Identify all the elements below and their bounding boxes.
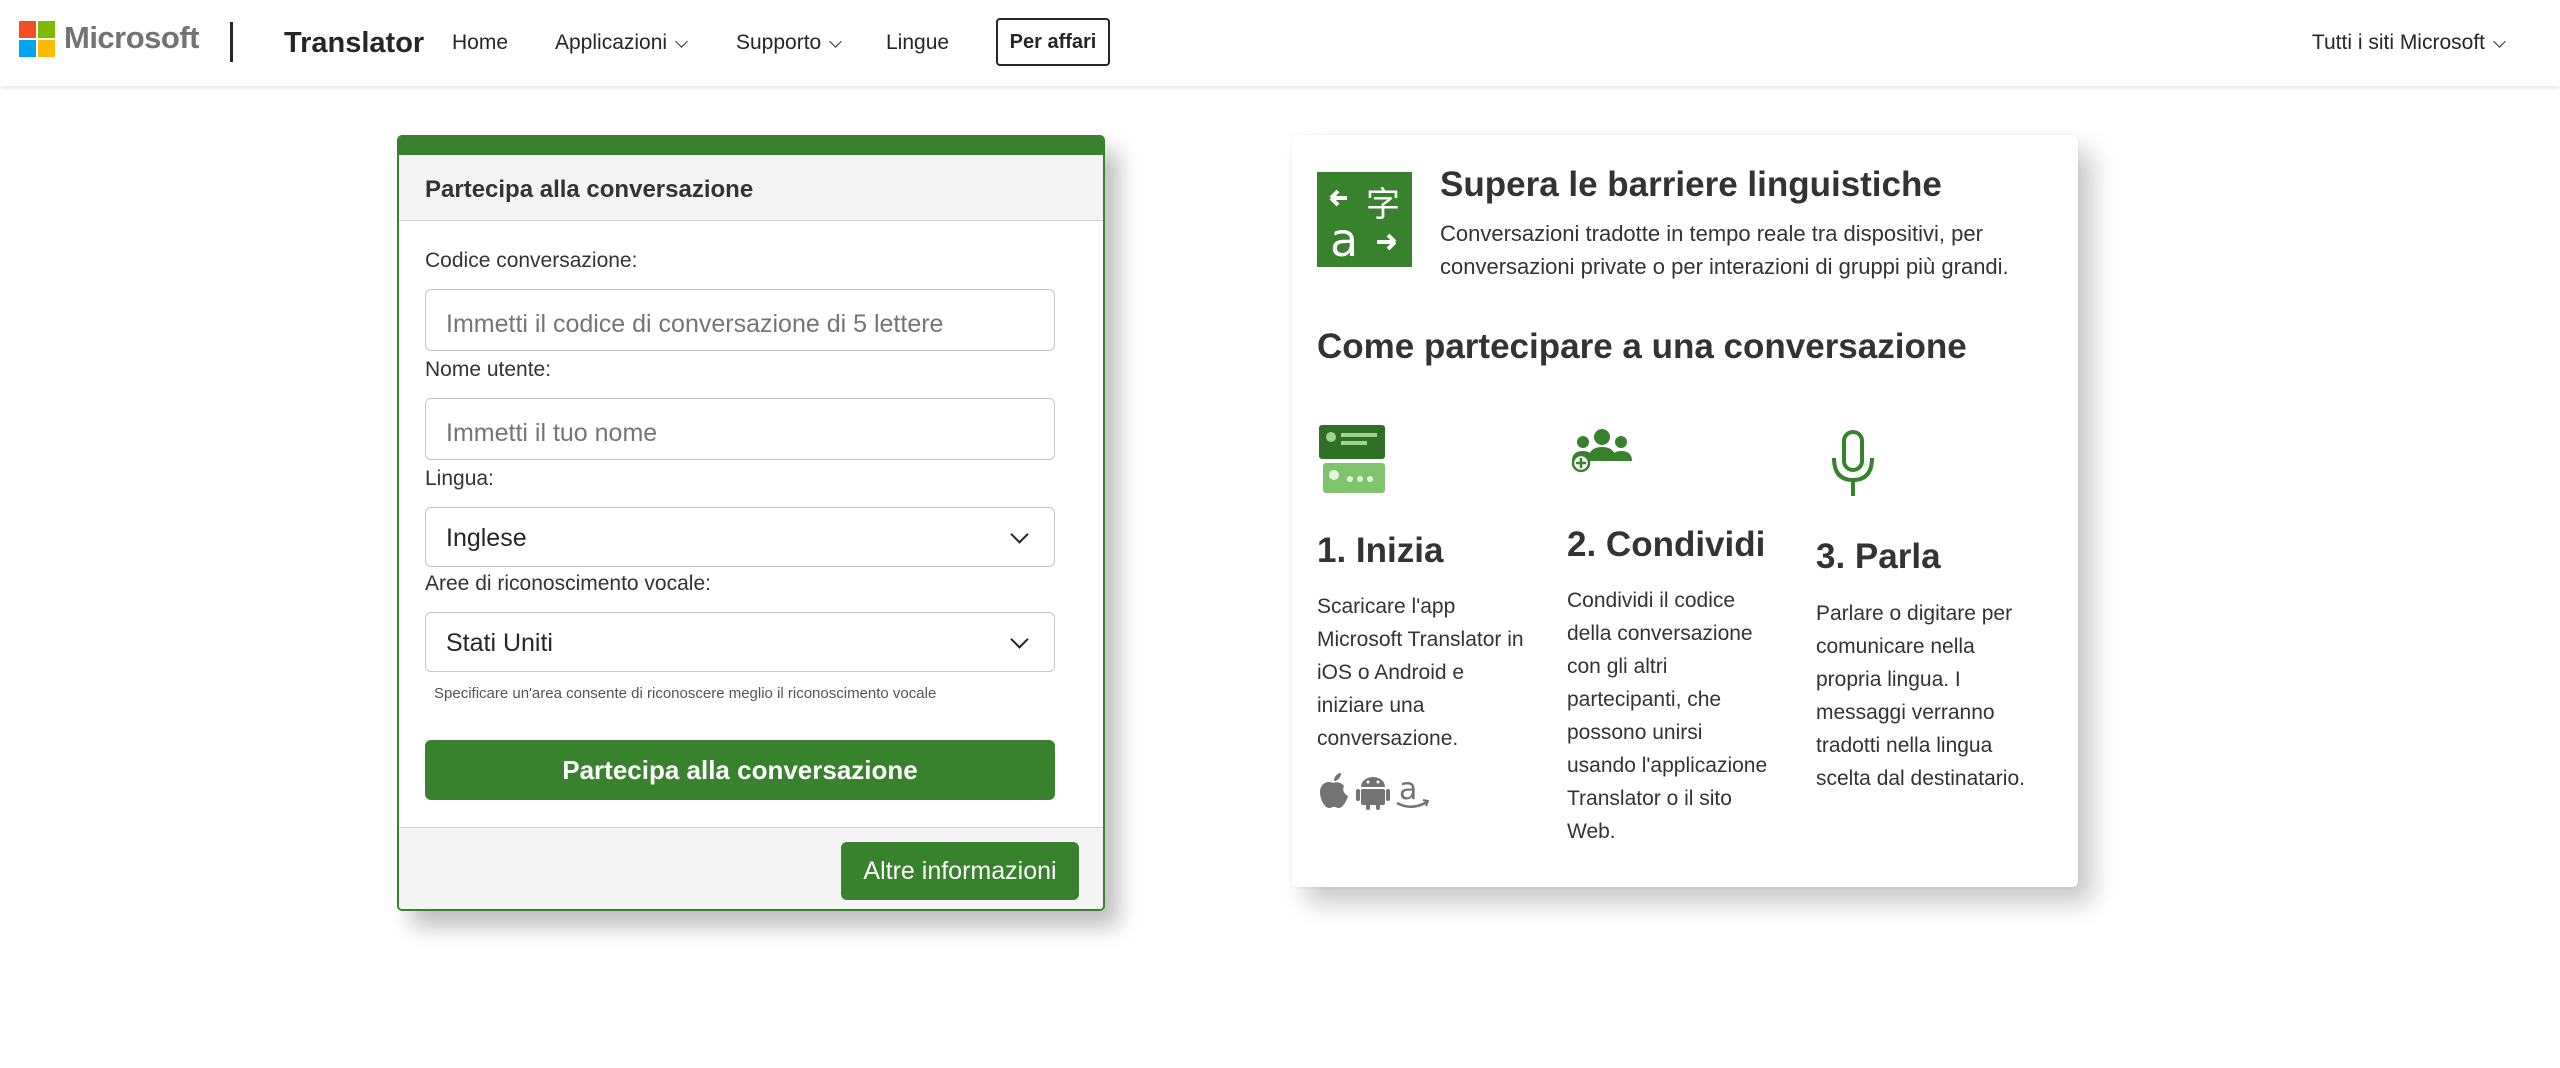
nav-home[interactable]: Home (452, 31, 508, 55)
chevron-down-icon (1010, 630, 1029, 649)
microsoft-wordmark[interactable]: Microsoft (64, 20, 200, 56)
speech-region-value: Stati Uniti (446, 629, 553, 657)
info-card: a 字 Supera le barriere linguistiche Conv… (1292, 135, 2078, 887)
info-description: Conversazioni tradotte in tempo reale tr… (1440, 221, 2009, 279)
chevron-down-icon (675, 35, 688, 48)
speech-region-label: Aree di riconoscimento vocale: (425, 572, 711, 595)
all-sites-label: Tutti i siti Microsoft (2311, 31, 2485, 54)
more-info-button[interactable]: Altre informazioni (841, 842, 1079, 900)
chevron-down-icon (829, 35, 843, 48)
app-name-link[interactable]: Translator (284, 27, 424, 60)
translator-icon: a 字 (1317, 172, 1412, 267)
step-2-text: Condividi il codice della conversazione … (1567, 589, 1768, 843)
header-divider (230, 22, 233, 62)
speech-region-hint: Specificare un'area consente di riconosc… (434, 685, 937, 702)
nav-supporto-label: Supporto (736, 31, 822, 54)
apple-icon (1320, 773, 1348, 808)
username-input[interactable] (425, 398, 1055, 460)
step-3-title: 3. Parla (1816, 537, 1941, 576)
android-icon (1356, 777, 1390, 810)
join-conversation-card: Partecipa alla conversazione Codice conv… (397, 135, 1105, 911)
top-header: Microsoft Translator Home Applicazioni S… (0, 0, 2560, 86)
nav-supporto[interactable]: Supporto (736, 31, 843, 55)
step-3-text: Parlare o digitare per comunicare nella … (1816, 602, 2025, 790)
group-add-icon (1567, 425, 1637, 480)
join-conversation-button[interactable]: Partecipa alla conversazione (425, 740, 1055, 800)
language-select[interactable]: Inglese (425, 507, 1055, 567)
microsoft-logo-icon[interactable] (19, 21, 55, 57)
store-icons: a (1317, 769, 1437, 811)
card-accent-bar (399, 137, 1103, 155)
step-2-title: 2. Condividi (1567, 525, 1766, 564)
join-card-title: Partecipa alla conversazione (425, 176, 754, 203)
how-to-join-title: Come partecipare a una conversazione (1317, 327, 1967, 366)
microphone-icon (1828, 430, 1878, 505)
amazon-icon: a (1396, 772, 1430, 808)
chat-bubbles-icon (1317, 423, 1389, 500)
card-title-bar: Partecipa alla conversazione (399, 155, 1103, 221)
language-select-value: Inglese (446, 524, 527, 552)
step-1-text: Scaricare l'app Microsoft Translator in … (1317, 595, 1524, 750)
nav-applicazioni[interactable]: Applicazioni (555, 31, 688, 55)
nav-lingue[interactable]: Lingue (886, 31, 949, 55)
card-footer: Altre informazioni (399, 827, 1103, 909)
language-label: Lingua: (425, 467, 494, 490)
nav-home-label: Home (452, 31, 509, 54)
nav-lingue-label: Lingue (886, 31, 950, 54)
username-label: Nome utente: (425, 358, 552, 381)
chevron-down-icon (1010, 525, 1029, 544)
svg-text:a: a (1330, 213, 1358, 267)
svg-text:a: a (1399, 772, 1417, 807)
step-1-title: 1. Inizia (1317, 531, 1444, 570)
business-button[interactable]: Per affari (996, 18, 1110, 66)
conversation-code-input[interactable] (425, 289, 1055, 351)
info-title: Supera le barriere linguistiche (1440, 165, 1942, 204)
svg-text:字: 字 (1366, 185, 1400, 225)
all-microsoft-sites-menu[interactable]: Tutti i siti Microsoft (2311, 31, 2506, 55)
nav-applicazioni-label: Applicazioni (555, 31, 668, 54)
chevron-down-icon (2493, 35, 2506, 48)
code-label: Codice conversazione: (425, 249, 638, 272)
speech-region-select[interactable]: Stati Uniti (425, 612, 1055, 672)
